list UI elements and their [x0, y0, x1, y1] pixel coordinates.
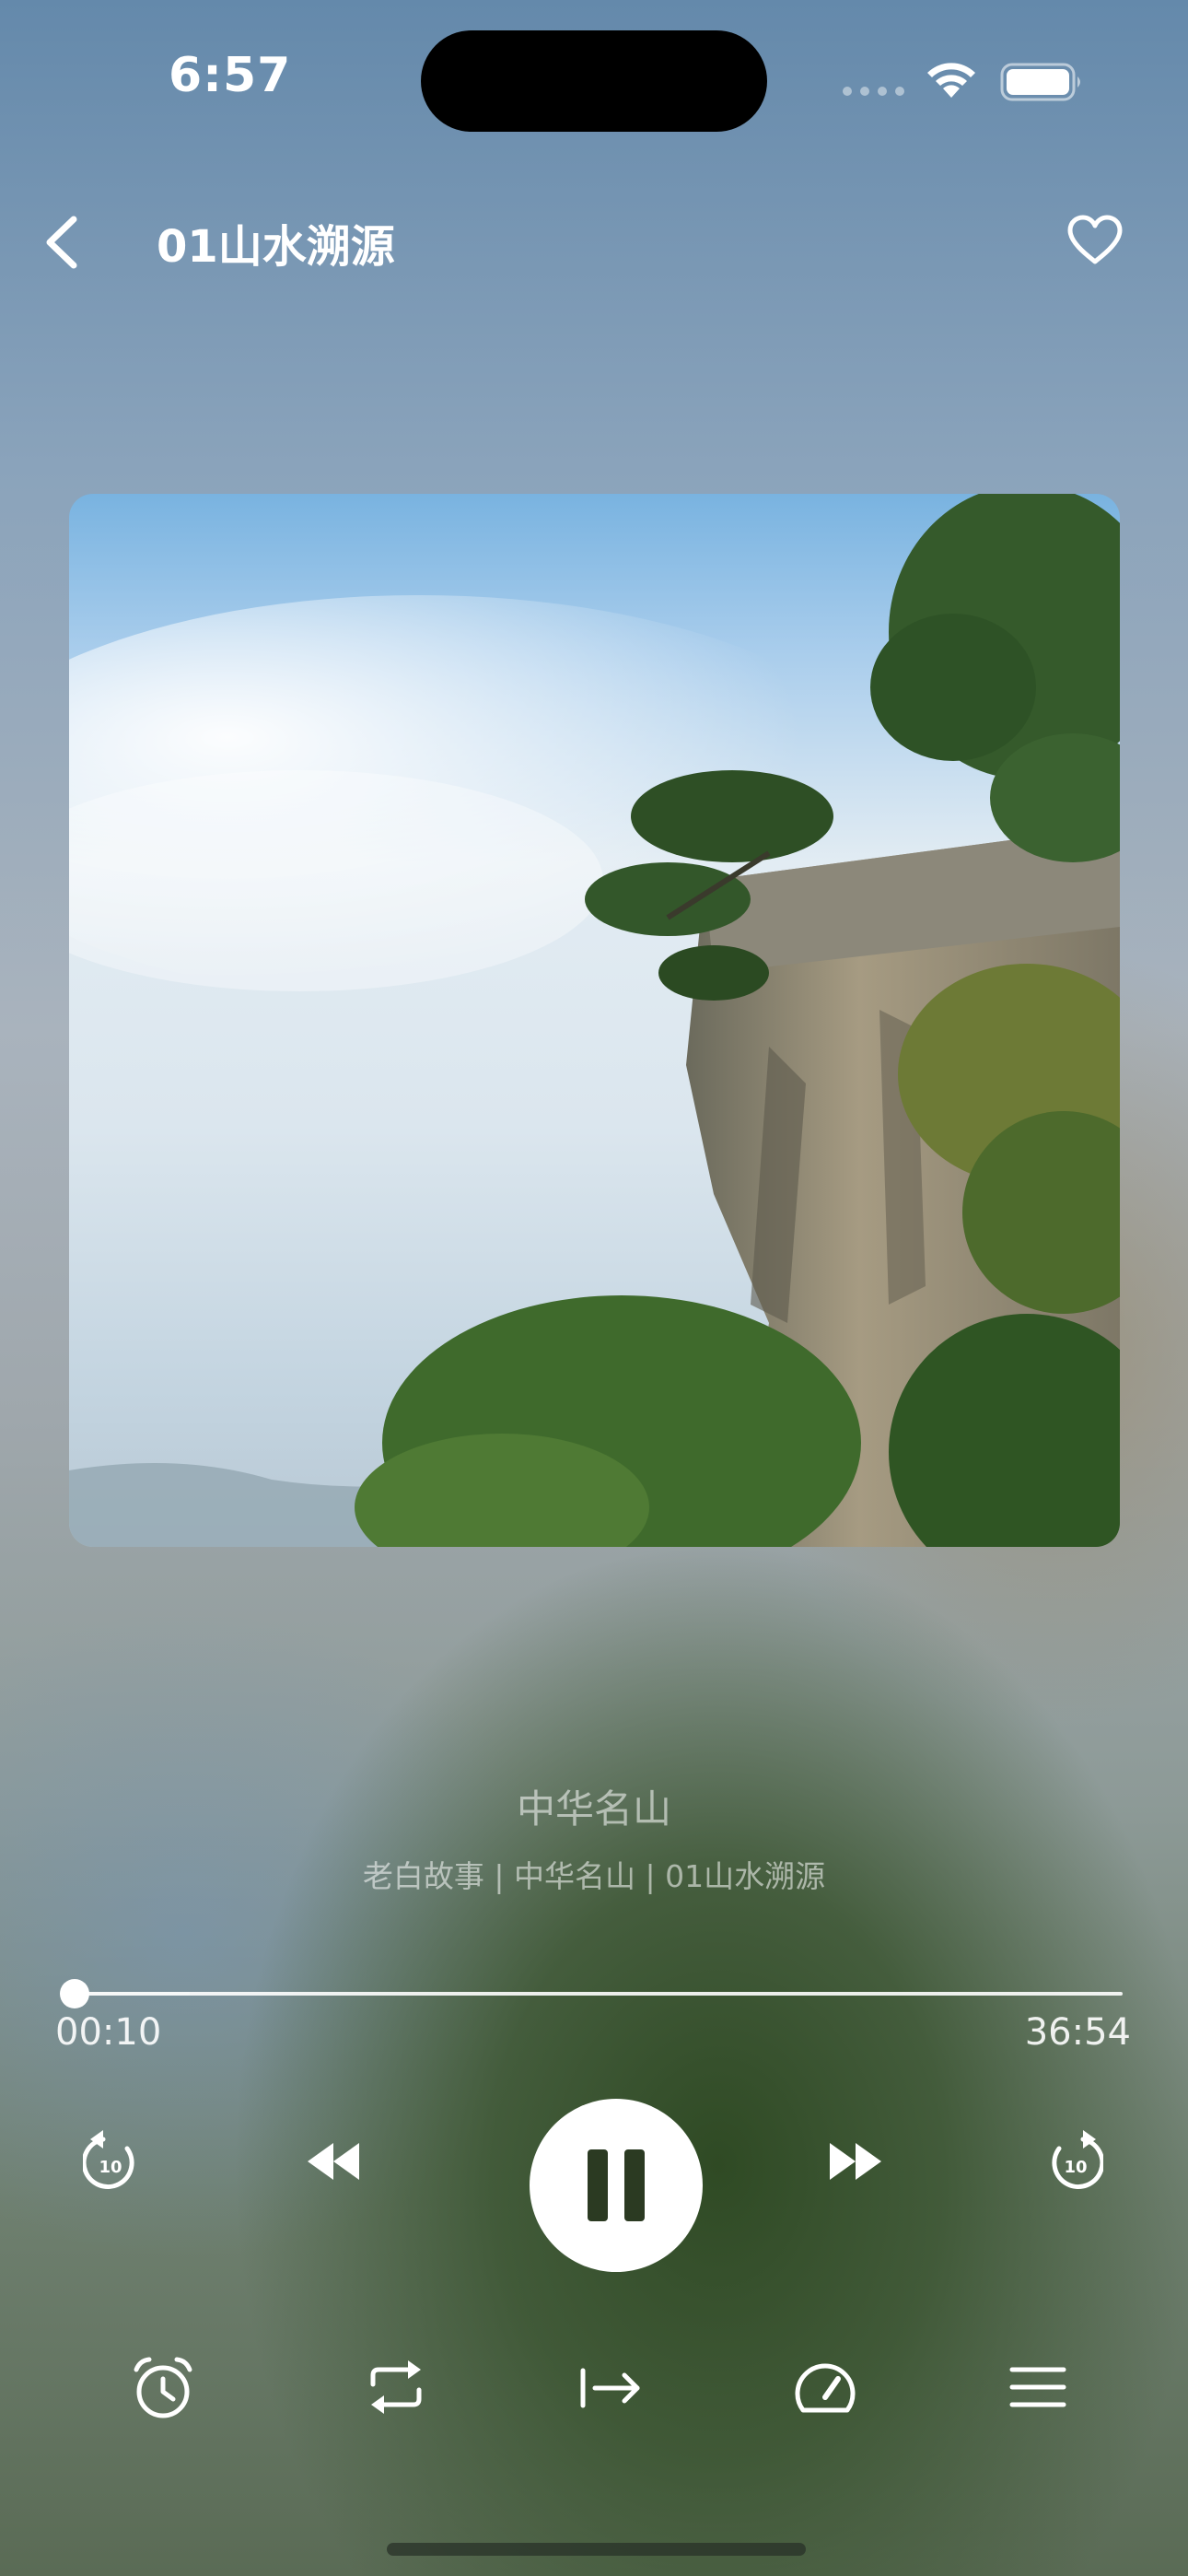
- cellular-signal-icon: [843, 87, 904, 96]
- album-artwork: [69, 494, 1120, 1547]
- track-subtitle: 老白故事 | 中华名山 | 01山水溯源: [362, 1858, 826, 1894]
- rewind-10-icon: 10: [83, 2130, 134, 2189]
- time-elapsed: 00:10: [55, 2011, 162, 2054]
- chevron-left-icon: [46, 216, 77, 269]
- next-icon: [830, 2143, 881, 2180]
- play-next-button[interactable]: [578, 2363, 643, 2413]
- rewind-10-button[interactable]: 10: [83, 2128, 138, 2195]
- favorite-button[interactable]: [1066, 214, 1124, 269]
- playback-speed-button[interactable]: [794, 2359, 856, 2418]
- previous-button[interactable]: [304, 2137, 363, 2185]
- rewind-10-label: 10: [99, 2158, 122, 2177]
- playlist-icon: [1009, 2367, 1066, 2407]
- heart-icon: [1067, 215, 1123, 264]
- back-button[interactable]: [39, 210, 87, 275]
- track-title: 中华名山: [516, 1786, 671, 1832]
- page-title: 01山水溯源: [157, 221, 395, 273]
- playlist-button[interactable]: [1008, 2364, 1067, 2410]
- forward-10-label: 10: [1064, 2158, 1087, 2177]
- progress-slider[interactable]: [60, 1979, 1123, 2008]
- repeat-icon: [370, 2360, 422, 2414]
- sleep-timer-button[interactable]: [131, 2355, 195, 2421]
- pause-button[interactable]: [530, 2099, 703, 2272]
- alarm-clock-icon: [134, 2357, 192, 2418]
- forward-10-icon: 10: [1052, 2130, 1103, 2189]
- play-next-icon: [580, 2368, 640, 2408]
- next-button[interactable]: [826, 2137, 885, 2185]
- wifi-icon: [927, 63, 975, 98]
- status-time: 6:57: [169, 48, 292, 103]
- pause-icon: [588, 2149, 645, 2221]
- previous-icon: [308, 2143, 359, 2180]
- time-total: 36:54: [1024, 2011, 1131, 2054]
- battery-icon: [1000, 63, 1080, 101]
- dynamic-island: [421, 30, 767, 132]
- forward-10-button[interactable]: 10: [1048, 2128, 1103, 2195]
- progress-thumb[interactable]: [60, 1979, 90, 2008]
- repeat-button[interactable]: [366, 2357, 426, 2418]
- home-indicator: [387, 2543, 806, 2556]
- speed-icon: [795, 2363, 856, 2413]
